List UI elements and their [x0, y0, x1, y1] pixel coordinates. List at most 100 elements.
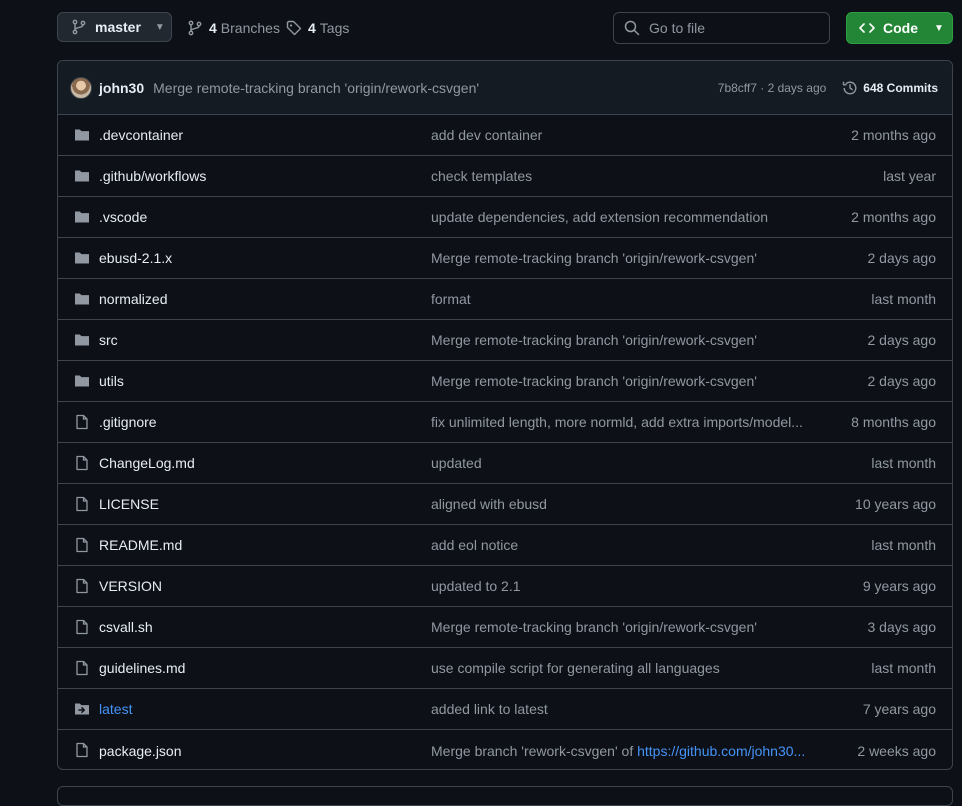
file-commit-message[interactable]: format: [431, 291, 813, 307]
code-button[interactable]: Code ▼: [846, 12, 953, 44]
file-commit-message[interactable]: add dev container: [431, 127, 813, 143]
commit-message-text: added link to latest: [431, 701, 548, 717]
file-commit-message[interactable]: Merge remote-tracking branch 'origin/rew…: [431, 250, 813, 266]
file-commit-message[interactable]: Merge remote-tracking branch 'origin/rew…: [431, 373, 813, 389]
tags-link[interactable]: 4 Tags: [286, 12, 349, 44]
file-commit-age: 2 days ago: [867, 373, 937, 389]
file-row[interactable]: .devcontainer add dev container 2 months a…: [58, 115, 952, 156]
file-commit-message[interactable]: Merge branch 'rework-csvgen' of https://…: [431, 743, 813, 759]
git-branch-icon: [188, 20, 202, 36]
file-row[interactable]: .gitignore fix unlimited length, more nor…: [58, 402, 952, 443]
file-name-link[interactable]: .github/workflows: [99, 168, 206, 184]
file-commit-message[interactable]: fix unlimited length, more normld, add e…: [431, 414, 813, 430]
file-row[interactable]: ebusd-2.1.x Merge remote-tracking branch …: [58, 238, 952, 279]
file-row[interactable]: package.json Merge branch 'rework-csvgen'…: [58, 730, 952, 769]
file-commit-age: 10 years ago: [855, 496, 936, 512]
commit-message-url[interactable]: https://github.com/john30...: [637, 743, 805, 759]
commit-info: 7b8cff7 · 2 days ago 648 Commits: [718, 61, 938, 115]
commits-count: 648 Commits: [863, 81, 938, 95]
file-name-link[interactable]: LICENSE: [99, 496, 159, 512]
commit-message-text: Merge remote-tracking branch 'origin/rew…: [431, 373, 757, 389]
file-name-link[interactable]: README.md: [99, 537, 182, 553]
commits-link[interactable]: 648 Commits: [842, 80, 938, 96]
file-commit-age: last month: [871, 660, 936, 676]
commit-author[interactable]: john30: [99, 80, 144, 96]
commit-message-text: updated: [431, 455, 482, 471]
file-icon: [74, 496, 90, 512]
file-commit-age: last year: [883, 168, 936, 184]
file-icon: [74, 537, 90, 553]
file-row[interactable]: src Merge remote-tracking branch 'origin/…: [58, 320, 952, 361]
file-name-link[interactable]: latest: [99, 701, 132, 717]
file-row[interactable]: README.md add eol notice last month: [58, 525, 952, 566]
file-commit-message[interactable]: aligned with ebusd: [431, 496, 813, 512]
file-commit-age: 7 years ago: [862, 701, 936, 717]
branch-name: master: [95, 19, 141, 35]
commit-message-text: format: [431, 291, 471, 307]
avatar[interactable]: [70, 76, 92, 99]
file-commit-message[interactable]: updated to 2.1: [431, 578, 813, 594]
file-name-link[interactable]: .devcontainer: [99, 127, 183, 143]
file-commit-age: last month: [871, 537, 936, 553]
commit-message-text: add eol notice: [431, 537, 519, 553]
file-row[interactable]: csvall.sh Merge remote-tracking branch 'o…: [58, 607, 952, 648]
file-name-link[interactable]: package.json: [99, 743, 182, 759]
file-icon: [74, 578, 90, 594]
latest-commit-bar: john30 Merge remote-tracking branch 'ori…: [58, 61, 952, 115]
folder-icon: [74, 209, 90, 225]
file-commit-age: last month: [871, 291, 936, 307]
commit-message-text: Merge remote-tracking branch 'origin/rew…: [431, 619, 757, 635]
file-commit-age: 9 years ago: [862, 578, 936, 594]
search-input[interactable]: [647, 19, 821, 37]
file-row[interactable]: .vscode update dependencies, add extensio…: [58, 197, 952, 238]
file-commit-age: 2 days ago: [867, 332, 937, 348]
branch-selector-button[interactable]: master ▼: [57, 12, 172, 42]
branches-count: 4: [209, 20, 217, 36]
branches-link[interactable]: 4 Branches: [187, 12, 280, 44]
file-commit-message[interactable]: add eol notice: [431, 537, 813, 553]
file-row[interactable]: LICENSE aligned with ebusd 10 years ago: [58, 484, 952, 525]
tags-count: 4: [308, 20, 316, 36]
file-name-link[interactable]: .vscode: [99, 209, 147, 225]
file-row[interactable]: normalized format last month: [58, 279, 952, 320]
file-commit-age: 3 days ago: [867, 619, 937, 635]
file-icon: [74, 619, 90, 635]
folder-icon: [74, 291, 90, 307]
file-name-link[interactable]: csvall.sh: [99, 619, 153, 635]
file-name-link[interactable]: guidelines.md: [99, 660, 185, 676]
file-icon: [74, 660, 90, 676]
code-button-label: Code: [883, 20, 918, 36]
file-row[interactable]: utils Merge remote-tracking branch 'origi…: [58, 361, 952, 402]
file-commit-age: 2 months ago: [851, 127, 936, 143]
git-branch-icon: [72, 19, 86, 35]
file-row[interactable]: VERSION updated to 2.1 9 years ago: [58, 566, 952, 607]
file-row[interactable]: guidelines.md use compile script for gene…: [58, 648, 952, 689]
file-commit-message[interactable]: updated: [431, 455, 813, 471]
file-commit-message[interactable]: use compile script for generating all la…: [431, 660, 813, 676]
folder-icon: [74, 127, 90, 143]
file-name-link[interactable]: ebusd-2.1.x: [99, 250, 172, 266]
file-commit-message[interactable]: added link to latest: [431, 701, 813, 717]
go-to-file-search[interactable]: [613, 12, 830, 44]
commit-message[interactable]: Merge remote-tracking branch 'origin/rew…: [153, 80, 479, 96]
branches-label: Branches: [220, 20, 280, 36]
file-name-link[interactable]: src: [99, 332, 118, 348]
file-name-link[interactable]: .gitignore: [99, 414, 157, 430]
file-commit-age: 2 weeks ago: [857, 742, 936, 759]
file-name-link[interactable]: VERSION: [99, 578, 162, 594]
folder-icon: [74, 250, 90, 266]
commit-sha-time[interactable]: 7b8cff7 · 2 days ago: [718, 81, 827, 95]
file-browser: john30 Merge remote-tracking branch 'ori…: [57, 60, 953, 770]
file-name-link[interactable]: normalized: [99, 291, 167, 307]
file-row[interactable]: ChangeLog.md updated last month: [58, 443, 952, 484]
file-commit-message[interactable]: update dependencies, add extension recom…: [431, 209, 813, 225]
file-commit-message[interactable]: check templates: [431, 168, 813, 184]
file-name-link[interactable]: ChangeLog.md: [99, 455, 195, 471]
file-name-link[interactable]: utils: [99, 373, 124, 389]
file-row[interactable]: .github/workflows check templates last yea…: [58, 156, 952, 197]
commit-message-text: updated to 2.1: [431, 578, 521, 594]
file-commit-message[interactable]: Merge remote-tracking branch 'origin/rew…: [431, 332, 813, 348]
file-commit-message[interactable]: Merge remote-tracking branch 'origin/rew…: [431, 619, 813, 635]
chevron-down-icon: ▼: [934, 22, 944, 34]
file-row[interactable]: latest added link to latest 7 years ago: [58, 689, 952, 730]
